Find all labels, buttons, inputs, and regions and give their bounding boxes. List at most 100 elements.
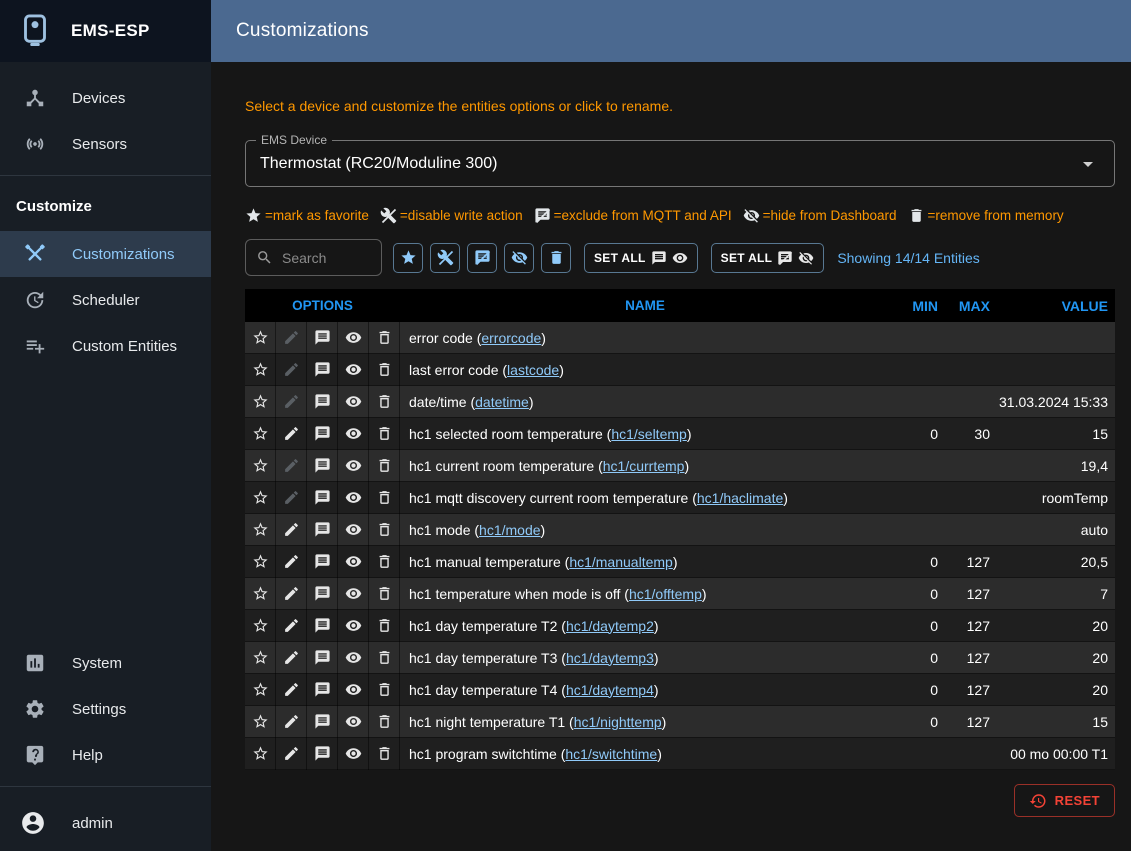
sidebar-item-devices[interactable]: Devices	[0, 75, 211, 121]
search-box[interactable]	[245, 239, 382, 276]
visibility-button[interactable]	[338, 386, 369, 418]
exclude-mqtt-button[interactable]	[307, 450, 338, 482]
delete-button[interactable]	[369, 354, 400, 386]
delete-button[interactable]	[369, 578, 400, 610]
sidebar-item-help[interactable]: Help	[0, 732, 211, 778]
exclude-mqtt-button[interactable]	[307, 578, 338, 610]
rename-button[interactable]	[276, 738, 307, 770]
favorite-star-button[interactable]	[245, 546, 276, 578]
favorite-star-button[interactable]	[245, 706, 276, 738]
entity-shortname-link[interactable]: hc1/currtemp	[603, 458, 685, 474]
entity-shortname-link[interactable]: datetime	[475, 394, 529, 410]
visibility-button[interactable]	[338, 610, 369, 642]
filter-disable-write-button[interactable]	[430, 243, 460, 273]
exclude-mqtt-button[interactable]	[307, 514, 338, 546]
visibility-button[interactable]	[338, 418, 369, 450]
filter-remove-memory-button[interactable]	[541, 243, 571, 273]
filter-exclude-mqtt-button[interactable]	[467, 243, 497, 273]
visibility-button[interactable]	[338, 578, 369, 610]
exclude-mqtt-button[interactable]	[307, 354, 338, 386]
entity-shortname-link[interactable]: hc1/nighttemp	[574, 714, 662, 730]
exclude-mqtt-button[interactable]	[307, 738, 338, 770]
visibility-button[interactable]	[338, 546, 369, 578]
favorite-star-button[interactable]	[245, 514, 276, 546]
sidebar-item-custom-entities[interactable]: Custom Entities	[0, 323, 211, 369]
exclude-mqtt-button[interactable]	[307, 546, 338, 578]
delete-button[interactable]	[369, 322, 400, 354]
favorite-star-button[interactable]	[245, 578, 276, 610]
sidebar-item-scheduler[interactable]: Scheduler	[0, 277, 211, 323]
entity-shortname-link[interactable]: hc1/mode	[479, 522, 540, 538]
rename-button[interactable]	[276, 578, 307, 610]
entity-shortname-link[interactable]: hc1/daytemp3	[566, 650, 654, 666]
entity-shortname-link[interactable]: errorcode	[481, 330, 541, 346]
delete-button[interactable]	[369, 674, 400, 706]
entity-shortname-link[interactable]: hc1/seltemp	[611, 426, 686, 442]
exclude-mqtt-button[interactable]	[307, 674, 338, 706]
delete-button[interactable]	[369, 642, 400, 674]
favorite-star-button[interactable]	[245, 386, 276, 418]
favorite-star-button[interactable]	[245, 354, 276, 386]
favorite-star-button[interactable]	[245, 482, 276, 514]
set-all-enable-button[interactable]: SET ALL	[584, 243, 698, 273]
delete-button[interactable]	[369, 450, 400, 482]
favorite-star-button[interactable]	[245, 674, 276, 706]
delete-button[interactable]	[369, 418, 400, 450]
rename-button[interactable]	[276, 642, 307, 674]
sidebar-item-customizations[interactable]: Customizations	[0, 231, 211, 277]
visibility-button[interactable]	[338, 642, 369, 674]
exclude-mqtt-button[interactable]	[307, 642, 338, 674]
visibility-button[interactable]	[338, 514, 369, 546]
sidebar-item-system[interactable]: System	[0, 640, 211, 686]
favorite-star-button[interactable]	[245, 610, 276, 642]
exclude-mqtt-button[interactable]	[307, 610, 338, 642]
entity-shortname-link[interactable]: hc1/daytemp4	[566, 682, 654, 698]
entity-shortname-link[interactable]: hc1/haclimate	[697, 490, 783, 506]
delete-button[interactable]	[369, 386, 400, 418]
visibility-button[interactable]	[338, 322, 369, 354]
rename-button[interactable]	[276, 546, 307, 578]
exclude-mqtt-button[interactable]	[307, 322, 338, 354]
rename-button[interactable]	[276, 610, 307, 642]
filter-hide-dashboard-button[interactable]	[504, 243, 534, 273]
visibility-button[interactable]	[338, 738, 369, 770]
visibility-button[interactable]	[338, 674, 369, 706]
delete-button[interactable]	[369, 706, 400, 738]
sidebar-item-admin[interactable]: admin	[0, 795, 211, 851]
rename-button[interactable]	[276, 514, 307, 546]
favorite-star-button[interactable]	[245, 322, 276, 354]
visibility-button[interactable]	[338, 354, 369, 386]
filter-favorite-button[interactable]	[393, 243, 423, 273]
entity-name: error code (errorcode)	[400, 330, 890, 346]
sidebar-item-sensors[interactable]: Sensors	[0, 121, 211, 167]
entity-shortname-link[interactable]: lastcode	[507, 362, 559, 378]
reset-button[interactable]: RESET	[1014, 784, 1115, 817]
favorite-star-button[interactable]	[245, 642, 276, 674]
favorite-star-button[interactable]	[245, 450, 276, 482]
favorite-star-button[interactable]	[245, 418, 276, 450]
delete-button[interactable]	[369, 610, 400, 642]
rename-button[interactable]	[276, 418, 307, 450]
set-all-disable-button[interactable]: SET ALL	[711, 243, 825, 273]
rename-button[interactable]	[276, 674, 307, 706]
search-input[interactable]	[282, 250, 367, 266]
delete-button[interactable]	[369, 514, 400, 546]
delete-button[interactable]	[369, 482, 400, 514]
visibility-button[interactable]	[338, 706, 369, 738]
rename-button[interactable]	[276, 706, 307, 738]
exclude-mqtt-button[interactable]	[307, 386, 338, 418]
exclude-mqtt-button[interactable]	[307, 482, 338, 514]
delete-button[interactable]	[369, 738, 400, 770]
sidebar-item-settings[interactable]: Settings	[0, 686, 211, 732]
visibility-button[interactable]	[338, 482, 369, 514]
entity-shortname-link[interactable]: hc1/manualtemp	[569, 554, 673, 570]
entity-shortname-link[interactable]: hc1/daytemp2	[566, 618, 654, 634]
delete-button[interactable]	[369, 546, 400, 578]
exclude-mqtt-button[interactable]	[307, 418, 338, 450]
visibility-button[interactable]	[338, 450, 369, 482]
entity-shortname-link[interactable]: hc1/switchtime	[565, 746, 657, 762]
exclude-mqtt-button[interactable]	[307, 706, 338, 738]
entity-shortname-link[interactable]: hc1/offtemp	[629, 586, 702, 602]
favorite-star-button[interactable]	[245, 738, 276, 770]
ems-device-select[interactable]: EMS Device Thermostat (RC20/Moduline 300…	[245, 140, 1115, 187]
